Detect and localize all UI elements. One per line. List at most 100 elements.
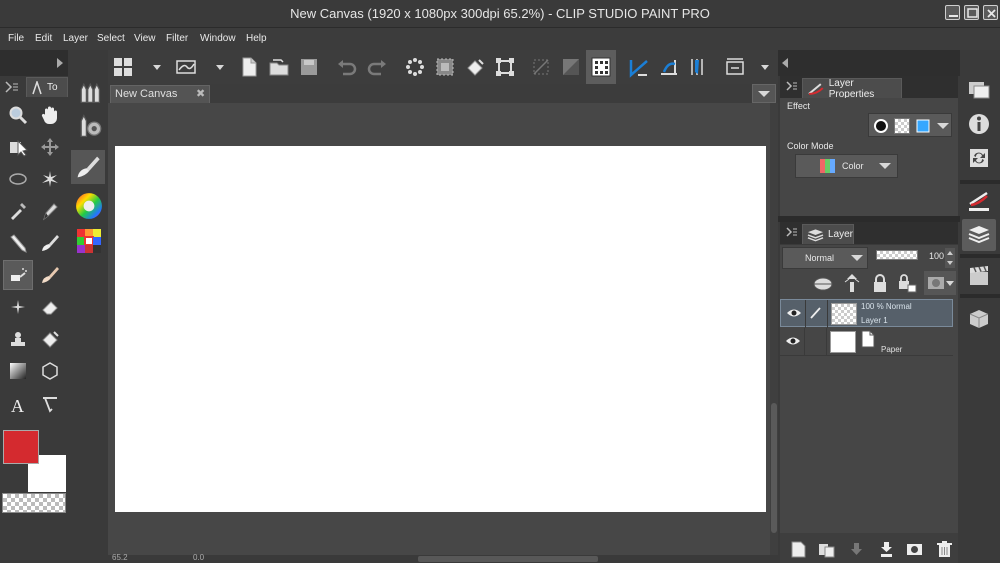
menu-window[interactable]: Window (200, 28, 236, 50)
menu-help[interactable]: Help (246, 28, 267, 50)
pen-icon[interactable] (35, 196, 65, 226)
snap-to-ruler-icon[interactable] (624, 50, 654, 84)
gradient-icon[interactable] (3, 356, 33, 386)
ruler-icon[interactable] (35, 390, 65, 420)
zoom-icon[interactable] (3, 100, 33, 130)
opacity-slider[interactable] (876, 250, 918, 260)
menu-filter[interactable]: Filter (166, 28, 188, 50)
sub-view-icon[interactable] (962, 108, 996, 140)
lock-transparent-pixels-icon[interactable] (898, 273, 918, 293)
zoom-readout[interactable]: 65.2 (112, 553, 128, 562)
snap-to-special-ruler-icon[interactable] (654, 50, 684, 84)
tab-layer-properties[interactable]: Layer Properties (802, 78, 902, 100)
invert-selection-icon[interactable] (556, 50, 586, 84)
menu-select[interactable]: Select (97, 28, 125, 50)
reference-layer-icon[interactable] (844, 273, 860, 293)
create-layer-mask-icon[interactable] (904, 539, 924, 559)
color-wheel-icon[interactable] (73, 190, 105, 222)
vertical-scrollbar[interactable] (770, 103, 778, 555)
lasso-icon[interactable] (3, 164, 33, 194)
canvas[interactable] (115, 146, 766, 512)
animation-icon[interactable] (962, 260, 996, 292)
lock-icon[interactable] (872, 273, 888, 293)
brush-icon[interactable] (35, 228, 65, 258)
color-set-icon[interactable] (73, 225, 105, 257)
horizontal-scrollbar[interactable] (418, 556, 598, 562)
clear-icon[interactable] (400, 50, 430, 84)
close-button[interactable] (983, 5, 998, 20)
border-effect-icon[interactable] (873, 118, 889, 134)
close-icon[interactable]: ✖ (196, 87, 205, 100)
chevron-down-icon[interactable] (937, 123, 949, 129)
operation-icon[interactable] (3, 132, 33, 162)
move-layer-icon[interactable] (35, 132, 65, 162)
mask-options[interactable] (924, 271, 956, 295)
color-mode-dropdown[interactable]: Color (795, 154, 898, 178)
canvas-settings-icon[interactable] (720, 50, 750, 84)
navigator-icon[interactable] (962, 74, 996, 106)
layer-row[interactable]: 100 % Normal Layer 1 (780, 299, 953, 328)
minimize-button[interactable] (945, 5, 960, 20)
pen-set-icon[interactable] (73, 76, 105, 108)
layer-icon[interactable] (962, 219, 996, 251)
main-color-swatch[interactable] (3, 430, 39, 464)
transform-icon[interactable] (490, 50, 520, 84)
menu-file[interactable]: File (8, 28, 24, 50)
blend-mode-dropdown[interactable]: Normal (782, 247, 868, 269)
clear-outside-selection-icon[interactable] (430, 50, 460, 84)
pencil-set-icon[interactable] (73, 110, 105, 142)
menu-view[interactable]: View (134, 28, 156, 50)
decoration-icon[interactable] (3, 292, 33, 322)
clip-studio-icon[interactable] (171, 50, 201, 84)
fill-icon[interactable] (460, 50, 490, 84)
open-file-icon[interactable] (264, 50, 294, 84)
chevron-down-icon[interactable] (213, 50, 227, 84)
chevron-down-icon[interactable] (150, 50, 164, 84)
tab-menu-button[interactable] (752, 84, 776, 103)
new-file-icon[interactable] (234, 50, 264, 84)
opacity-value[interactable]: 100 (929, 251, 944, 261)
menu-edit[interactable]: Edit (35, 28, 52, 50)
material-icon[interactable] (962, 302, 996, 334)
transparent-color-swatch[interactable] (2, 493, 66, 513)
fill-icon[interactable] (35, 324, 65, 354)
redo-icon[interactable] (362, 50, 392, 84)
stamp-icon[interactable] (3, 324, 33, 354)
save-icon[interactable] (294, 50, 324, 84)
eyedropper-icon[interactable] (3, 196, 33, 226)
clip-to-layer-below-icon[interactable] (812, 275, 834, 293)
chevron-down-icon[interactable] (758, 50, 772, 84)
snap-to-grid-icon[interactable] (682, 50, 712, 84)
figure-icon[interactable] (35, 356, 65, 386)
tone-effect-icon[interactable] (894, 118, 910, 134)
blend-icon[interactable] (35, 260, 65, 290)
pen-icon[interactable] (809, 306, 823, 320)
undo-icon[interactable] (332, 50, 362, 84)
opacity-stepper[interactable] (945, 248, 955, 268)
eye-icon[interactable] (785, 336, 801, 346)
pencil-icon[interactable] (3, 228, 33, 258)
new-raster-layer-icon[interactable] (788, 539, 808, 559)
layer-color-effect-icon[interactable] (915, 118, 931, 134)
transfer-to-lower-layer-icon[interactable] (846, 539, 866, 559)
tab-layer[interactable]: Layer (802, 224, 854, 244)
deselect-icon[interactable] (526, 50, 556, 84)
hand-icon[interactable] (35, 100, 65, 130)
show-selection-icon[interactable] (586, 50, 616, 84)
menu-layer[interactable]: Layer (63, 28, 88, 50)
rotation-readout[interactable]: 0.0 (193, 553, 204, 562)
sync-icon[interactable] (962, 142, 996, 174)
merge-down-icon[interactable] (876, 539, 896, 559)
layer-row[interactable]: Paper (780, 328, 953, 356)
maximize-button[interactable] (964, 5, 979, 20)
trash-icon[interactable] (934, 539, 954, 559)
tab-tool[interactable]: To (26, 77, 68, 97)
workspace-layout-icon[interactable] (108, 50, 138, 84)
eye-icon[interactable] (786, 308, 802, 318)
eraser-icon[interactable] (35, 292, 65, 322)
auto-select-icon[interactable] (35, 164, 65, 194)
layer-properties-icon[interactable] (962, 186, 996, 218)
airbrush-icon[interactable] (3, 260, 33, 290)
new-vector-layer-icon[interactable] (816, 539, 836, 559)
brush-set-icon[interactable] (71, 150, 105, 184)
